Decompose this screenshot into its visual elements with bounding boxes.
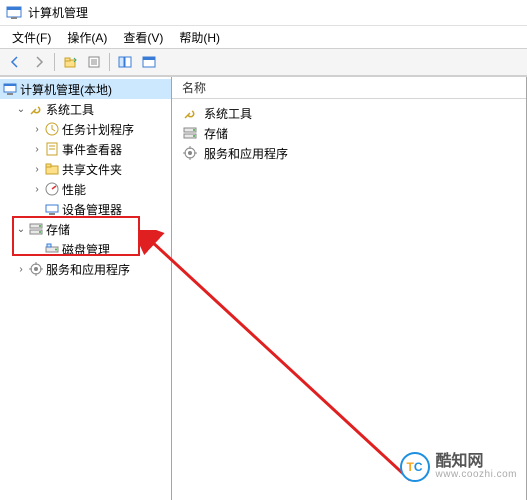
up-button[interactable] <box>59 51 81 73</box>
list-item-system-tools[interactable]: 系统工具 <box>178 103 520 123</box>
expander-icon[interactable]: › <box>30 162 44 176</box>
tree-shared-folders[interactable]: › 共享文件夹 <box>0 159 171 179</box>
watermark: TC 酷知网 www.coozhi.com <box>400 452 517 482</box>
tree-label: 服务和应用程序 <box>46 261 130 278</box>
list-item-label: 系统工具 <box>204 105 252 122</box>
tree-event-viewer[interactable]: › 事件查看器 <box>0 139 171 159</box>
expander-spacer <box>30 242 44 256</box>
list-item-storage[interactable]: 存储 <box>178 123 520 143</box>
app-icon <box>6 5 22 21</box>
tree-label: 磁盘管理 <box>62 241 110 258</box>
tree-label: 性能 <box>62 181 86 198</box>
tree-system-tools[interactable]: ⌄ 系统工具 <box>0 99 171 119</box>
device-icon <box>44 201 60 217</box>
window-title: 计算机管理 <box>28 4 88 21</box>
forward-button[interactable] <box>28 51 50 73</box>
folder-icon <box>44 161 60 177</box>
expander-icon[interactable]: › <box>30 122 44 136</box>
back-button[interactable] <box>4 51 26 73</box>
menu-view[interactable]: 查看(V) <box>115 27 171 48</box>
toolbar <box>0 48 527 76</box>
storage-icon <box>182 125 198 141</box>
tree-label: 事件查看器 <box>62 141 122 158</box>
main-area: 计算机管理(本地) ⌄ 系统工具 › 任务计划程序 › 事件查看器 › <box>0 76 527 500</box>
tree-root[interactable]: 计算机管理(本地) <box>0 79 171 99</box>
event-icon <box>44 141 60 157</box>
expander-icon[interactable]: › <box>30 142 44 156</box>
services-icon <box>28 261 44 277</box>
tree-label: 设备管理器 <box>62 201 122 218</box>
toolbar-separator <box>109 53 110 71</box>
list-header-name[interactable]: 名称 <box>172 77 526 99</box>
watermark-logo: TC <box>400 452 430 482</box>
expander-spacer <box>30 202 44 216</box>
properties-button[interactable] <box>83 51 105 73</box>
column-header-label: 名称 <box>182 79 206 96</box>
tree-device-manager[interactable]: 设备管理器 <box>0 199 171 219</box>
expander-icon[interactable]: ⌄ <box>14 102 28 116</box>
expander-icon[interactable]: ⌄ <box>14 222 28 236</box>
tree-label: 计算机管理(本地) <box>20 81 112 98</box>
performance-icon <box>44 181 60 197</box>
tree-task-scheduler[interactable]: › 任务计划程序 <box>0 119 171 139</box>
list-item-label: 服务和应用程序 <box>204 145 288 162</box>
menubar: 文件(F) 操作(A) 查看(V) 帮助(H) <box>0 26 527 48</box>
menu-help[interactable]: 帮助(H) <box>171 27 228 48</box>
storage-icon <box>28 221 44 237</box>
toolbar-separator <box>54 53 55 71</box>
tree-storage[interactable]: ⌄ 存储 <box>0 219 171 239</box>
list-item-services-apps[interactable]: 服务和应用程序 <box>178 143 520 163</box>
expander-icon[interactable]: › <box>14 262 28 276</box>
menu-file[interactable]: 文件(F) <box>4 27 59 48</box>
list-body[interactable]: 系统工具 存储 服务和应用程序 <box>172 99 526 500</box>
tree-pane[interactable]: 计算机管理(本地) ⌄ 系统工具 › 任务计划程序 › 事件查看器 › <box>0 77 172 500</box>
list-pane: 名称 系统工具 存储 服务和应用程序 <box>172 77 527 500</box>
help-button[interactable] <box>138 51 160 73</box>
show-hide-tree-button[interactable] <box>114 51 136 73</box>
tree-label: 共享文件夹 <box>62 161 122 178</box>
watermark-name: 酷知网 <box>436 454 517 470</box>
tree-services-apps[interactable]: › 服务和应用程序 <box>0 259 171 279</box>
tree-label: 存储 <box>46 221 70 238</box>
tree-performance[interactable]: › 性能 <box>0 179 171 199</box>
menu-action[interactable]: 操作(A) <box>59 27 115 48</box>
tree-label: 任务计划程序 <box>62 121 134 138</box>
watermark-url: www.coozhi.com <box>436 470 517 480</box>
tree-label: 系统工具 <box>46 101 94 118</box>
tools-icon <box>28 101 44 117</box>
disk-icon <box>44 241 60 257</box>
clock-icon <box>44 121 60 137</box>
titlebar: 计算机管理 <box>0 0 527 26</box>
expander-icon[interactable]: › <box>30 182 44 196</box>
list-item-label: 存储 <box>204 125 228 142</box>
tools-icon <box>182 105 198 121</box>
computer-icon <box>2 81 18 97</box>
services-icon <box>182 145 198 161</box>
tree-disk-management[interactable]: 磁盘管理 <box>0 239 171 259</box>
